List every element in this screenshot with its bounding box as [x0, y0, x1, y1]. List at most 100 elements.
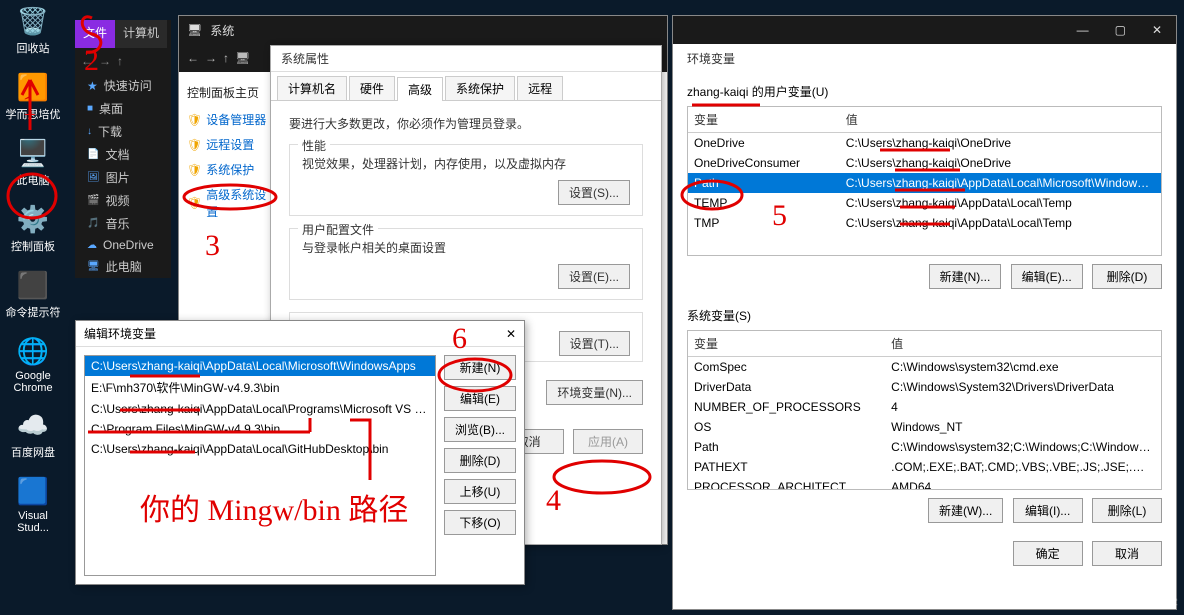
desktop-icon-app1[interactable]: 🟧 学而思培优: [4, 70, 62, 122]
perf-desc: 视觉效果，处理器计划，内存使用，以及虚拟内存: [302, 155, 630, 172]
watermark: ©51CTO博客: [1113, 595, 1178, 611]
user-new-button[interactable]: 新建(N)...: [929, 264, 1002, 289]
startup-settings-button[interactable]: 设置(T)...: [559, 331, 630, 356]
minimize-icon[interactable]: ―: [1071, 23, 1095, 37]
explorer-window: 文件 计算机 ← → ↑ ★快速访问 ■桌面 ↓下载 📄文档 🖼图片 🎬视频 🎵…: [75, 20, 171, 278]
user-edit-button[interactable]: 编辑(E)...: [1011, 264, 1083, 289]
trash-icon: 🗑️: [16, 4, 50, 38]
sidebar-item[interactable]: ☁OneDrive: [81, 235, 171, 255]
maximize-icon[interactable]: ▢: [1109, 23, 1132, 37]
ok-button[interactable]: 确定: [1013, 541, 1083, 566]
list-item[interactable]: C:\Users\zhang-kaiqi\AppData\Local\GitHu…: [85, 439, 435, 459]
edit-env-dialog: 编辑环境变量 ✕ C:\Users\zhang-kaiqi\AppData\Lo…: [75, 320, 525, 585]
dialog-title: 环境变量: [673, 44, 1176, 73]
env-vars-button[interactable]: 环境变量(N)...: [546, 380, 643, 405]
profile-desc: 与登录帐户相关的桌面设置: [302, 239, 630, 256]
admin-note: 要进行大多数更改，你必须作为管理员登录。: [289, 115, 643, 132]
icon-label: 百度网盘: [11, 444, 55, 460]
user-delete-button[interactable]: 删除(D): [1092, 264, 1162, 289]
sidebar-item[interactable]: 🖼图片: [81, 166, 171, 189]
dialog-title: 编辑环境变量: [84, 325, 156, 342]
table-row: TEMPC:\Users\zhang-kaiqi\AppData\Local\T…: [688, 193, 1161, 213]
tab-hardware[interactable]: 硬件: [349, 76, 395, 100]
icon-label: 回收站: [17, 40, 50, 56]
forward-icon[interactable]: →: [205, 51, 217, 65]
icon-label: Google Chrome: [4, 370, 62, 394]
table-row: NUMBER_OF_PROCESSORS4: [688, 397, 1161, 417]
desktop-icon-cmd[interactable]: ⬛ 命令提示符: [4, 268, 62, 320]
table-row: OSWindows_NT: [688, 417, 1161, 437]
close-icon[interactable]: ✕: [1146, 23, 1168, 37]
shield-icon: 🛡: [187, 138, 202, 152]
link-remote[interactable]: 🛡远程设置: [187, 136, 271, 153]
chrome-icon: 🌐: [16, 334, 50, 368]
link-protection[interactable]: 🛡系统保护: [187, 161, 271, 178]
tab-file[interactable]: 文件: [75, 20, 115, 48]
cp-home[interactable]: 控制面板主页: [187, 84, 271, 101]
browse-button[interactable]: 浏览(B)...: [444, 417, 516, 442]
perf-legend: 性能: [298, 137, 330, 154]
list-item[interactable]: C:\Users\zhang-kaiqi\AppData\Local\Progr…: [85, 399, 435, 419]
user-vars-table[interactable]: 变量值 OneDriveC:\Users\zhang-kaiqi\OneDriv…: [688, 107, 1161, 233]
list-item[interactable]: C:\Program Files\MinGW-v4.9.3\bin: [85, 419, 435, 439]
move-up-button[interactable]: 上移(U): [444, 479, 516, 504]
tab-remote[interactable]: 远程: [517, 76, 563, 100]
tab-computer[interactable]: 计算机: [115, 20, 167, 48]
perf-settings-button[interactable]: 设置(S)...: [558, 180, 630, 205]
forward-icon[interactable]: →: [99, 54, 111, 68]
profile-legend: 用户配置文件: [298, 221, 378, 238]
list-item[interactable]: C:\Users\zhang-kaiqi\AppData\Local\Micro…: [85, 356, 435, 376]
new-button[interactable]: 新建(N): [444, 355, 516, 380]
table-row: OneDriveConsumerC:\Users\zhang-kaiqi\One…: [688, 153, 1161, 173]
close-icon[interactable]: ✕: [506, 327, 516, 341]
back-icon[interactable]: ←: [81, 54, 93, 68]
list-item[interactable]: E:\F\mh370\软件\MinGW-v4.9.3\bin: [85, 376, 435, 399]
user-vars-header: zhang-kaiqi 的用户变量(U): [687, 83, 1162, 100]
profile-settings-button[interactable]: 设置(E)...: [558, 264, 630, 289]
tab-protection[interactable]: 系统保护: [445, 76, 515, 100]
desktop-icon-vscode[interactable]: 🟦 Visual Stud...: [4, 474, 62, 534]
sys-delete-button[interactable]: 删除(L): [1092, 498, 1162, 523]
path-listbox[interactable]: C:\Users\zhang-kaiqi\AppData\Local\Micro…: [84, 355, 436, 576]
pc-icon: 🖥️: [16, 136, 50, 170]
desktop-icon-recycle[interactable]: 🗑️ 回收站: [4, 4, 62, 56]
desktop-icons: 🗑️ 回收站 🟧 学而思培优 🖥️ 此电脑 ⚙️ 控制面板 ⬛ 命令提示符 🌐 …: [4, 4, 64, 534]
tab-advanced[interactable]: 高级: [397, 77, 443, 101]
sidebar-item[interactable]: 🖥此电脑: [81, 255, 171, 278]
sidebar-item[interactable]: 🎬视频: [81, 189, 171, 212]
desktop-icon-thispc[interactable]: 🖥️ 此电脑: [4, 136, 62, 188]
link-device-manager[interactable]: 🛡设备管理器: [187, 111, 271, 128]
sidebar-item[interactable]: ■桌面: [81, 97, 171, 120]
sidebar-item[interactable]: 📄文档: [81, 143, 171, 166]
table-row: PathC:\Windows\system32;C:\Windows;C:\Wi…: [688, 437, 1161, 457]
delete-button[interactable]: 删除(D): [444, 448, 516, 473]
apply-button[interactable]: 应用(A): [573, 429, 643, 454]
window-title: 系统: [210, 22, 234, 39]
sidebar-item[interactable]: ↓下载: [81, 120, 171, 143]
app-icon: 🟧: [16, 70, 50, 104]
sys-new-button[interactable]: 新建(W)...: [928, 498, 1003, 523]
up-icon[interactable]: ↑: [117, 54, 123, 68]
icon-label: 命令提示符: [6, 304, 61, 320]
shield-icon: 🛡: [187, 113, 202, 127]
icon-label: Visual Stud...: [4, 510, 62, 534]
desktop-icon-chrome[interactable]: 🌐 Google Chrome: [4, 334, 62, 394]
pc-icon: 🖥: [187, 23, 202, 37]
up-icon[interactable]: ↑: [223, 51, 229, 65]
shield-icon: 🛡: [187, 163, 202, 177]
edit-button[interactable]: 编辑(E): [444, 386, 516, 411]
table-row: TMPC:\Users\zhang-kaiqi\AppData\Local\Te…: [688, 213, 1161, 233]
vscode-icon: 🟦: [16, 474, 50, 508]
sidebar-item[interactable]: 🎵音乐: [81, 212, 171, 235]
tab-computer-name[interactable]: 计算机名: [277, 76, 347, 100]
sys-edit-button[interactable]: 编辑(I)...: [1013, 498, 1083, 523]
move-down-button[interactable]: 下移(O): [444, 510, 516, 535]
quick-access[interactable]: ★快速访问: [81, 74, 171, 97]
cancel-button[interactable]: 取消: [1092, 541, 1162, 566]
desktop-icon-cpl[interactable]: ⚙️ 控制面板: [4, 202, 62, 254]
sys-vars-table[interactable]: 变量值 ComSpecC:\Windows\system32\cmd.exe D…: [688, 331, 1161, 490]
link-advanced[interactable]: 🛡高级系统设置: [187, 186, 271, 220]
desktop-icon-baidu[interactable]: ☁️ 百度网盘: [4, 408, 62, 460]
back-icon[interactable]: ←: [187, 51, 199, 65]
env-vars-dialog: ― ▢ ✕ 环境变量 zhang-kaiqi 的用户变量(U) 变量值 OneD…: [672, 15, 1177, 610]
